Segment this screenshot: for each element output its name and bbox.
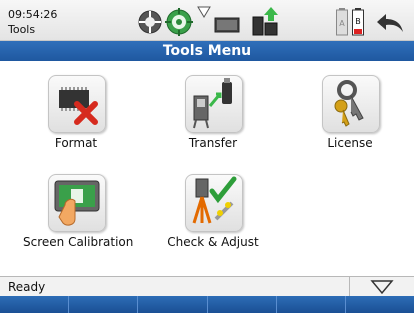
svg-text:B: B bbox=[355, 17, 361, 26]
transfer-tile[interactable] bbox=[185, 75, 243, 133]
screen-calibration-icon bbox=[54, 180, 100, 226]
tool-screen-calibration[interactable]: Screen Calibration bbox=[23, 174, 133, 254]
softkey-3[interactable] bbox=[138, 296, 208, 313]
battery-a-icon: A bbox=[336, 8, 348, 36]
battery-b-icon: B bbox=[352, 8, 364, 36]
device-icon bbox=[214, 17, 240, 33]
tool-label: Screen Calibration bbox=[23, 235, 134, 249]
softkey-2[interactable] bbox=[69, 296, 139, 313]
prism-icon bbox=[197, 6, 211, 18]
softkey-6[interactable] bbox=[346, 296, 414, 313]
format-tile[interactable] bbox=[48, 75, 106, 133]
softkey-bar bbox=[0, 296, 414, 313]
softkey-4[interactable] bbox=[208, 296, 277, 313]
right-status-icons: A B bbox=[336, 4, 408, 38]
tracking-icon[interactable] bbox=[165, 8, 193, 36]
status-dropdown-button[interactable] bbox=[350, 277, 414, 297]
status-line: Ready bbox=[0, 276, 414, 297]
transfer-icon bbox=[193, 78, 232, 129]
tool-label: Transfer bbox=[188, 136, 238, 150]
tool-label: Format bbox=[54, 136, 98, 150]
app-name: Tools bbox=[8, 23, 36, 36]
tool-label: Check & Adjust bbox=[167, 235, 259, 249]
back-arrow-icon[interactable] bbox=[376, 12, 404, 34]
format-chip-icon bbox=[59, 87, 98, 125]
check-adjust-tile[interactable] bbox=[185, 174, 243, 232]
status-text: Ready bbox=[8, 280, 46, 294]
license-tile[interactable] bbox=[322, 75, 380, 133]
clock: 09:54:26 bbox=[8, 8, 58, 21]
top-status-bar: 09:54:26 Tools A B bbox=[0, 0, 414, 41]
page-title: Tools Menu bbox=[0, 41, 414, 61]
license-keys-icon bbox=[334, 80, 364, 127]
softkey-5[interactable] bbox=[277, 296, 346, 313]
tool-check-adjust[interactable]: Check & Adjust bbox=[167, 174, 259, 254]
tool-license[interactable]: License bbox=[322, 75, 380, 155]
check-adjust-icon bbox=[192, 176, 237, 224]
screen-calibration-tile[interactable] bbox=[48, 174, 106, 232]
target-icon[interactable] bbox=[138, 10, 162, 34]
tool-format[interactable]: Format bbox=[48, 75, 106, 155]
softkey-1[interactable] bbox=[0, 296, 70, 313]
status-icons bbox=[138, 4, 288, 38]
tool-label: License bbox=[327, 136, 373, 150]
tool-transfer[interactable]: Transfer bbox=[185, 75, 243, 155]
svg-text:A: A bbox=[339, 19, 345, 28]
chevron-down-icon bbox=[370, 280, 394, 295]
transfer-status-icon[interactable] bbox=[251, 5, 281, 37]
